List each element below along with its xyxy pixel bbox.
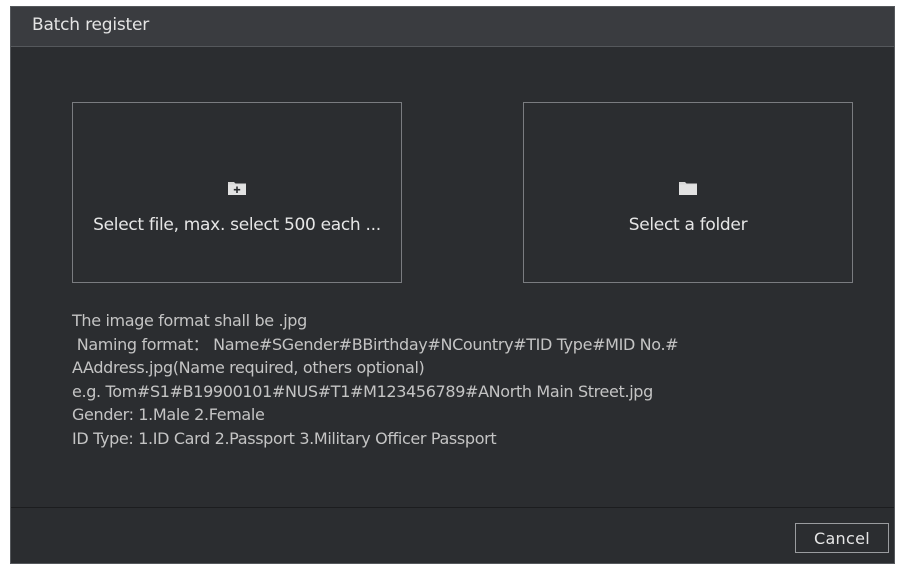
dialog-title: Batch register <box>32 15 150 35</box>
folder-icon <box>679 182 697 195</box>
info-line-example: e.g. Tom#S1#B19900101#NUS#T1#M123456789#… <box>72 381 653 401</box>
select-file-button[interactable]: Select file, max. select 500 each ... <box>72 102 402 283</box>
dialog-title-bar: Batch register <box>11 7 894 47</box>
select-folder-label: Select a folder <box>628 215 748 235</box>
batch-register-dialog: Batch register Select file, max. select … <box>10 6 895 564</box>
info-line-gender: Gender: 1.Male 2.Female <box>72 405 265 424</box>
select-file-label: Select file, max. select 500 each ... <box>93 215 381 235</box>
select-folder-button[interactable]: Select a folder <box>523 102 853 283</box>
add-file-icon <box>228 182 246 195</box>
info-line-format: The image format shall be .jpg <box>72 311 307 330</box>
info-line-naming: Naming format： Name#SGender#BBirthday#NC… <box>72 334 679 354</box>
info-line-address: AAddress.jpg(Name required, others optio… <box>72 358 425 377</box>
naming-instructions: The image format shall be .jpg Naming fo… <box>72 309 872 450</box>
cancel-button[interactable]: Cancel <box>795 523 889 553</box>
info-line-id-type: ID Type: 1.ID Card 2.Passport 3.Military… <box>72 428 497 448</box>
footer-divider <box>11 507 894 508</box>
